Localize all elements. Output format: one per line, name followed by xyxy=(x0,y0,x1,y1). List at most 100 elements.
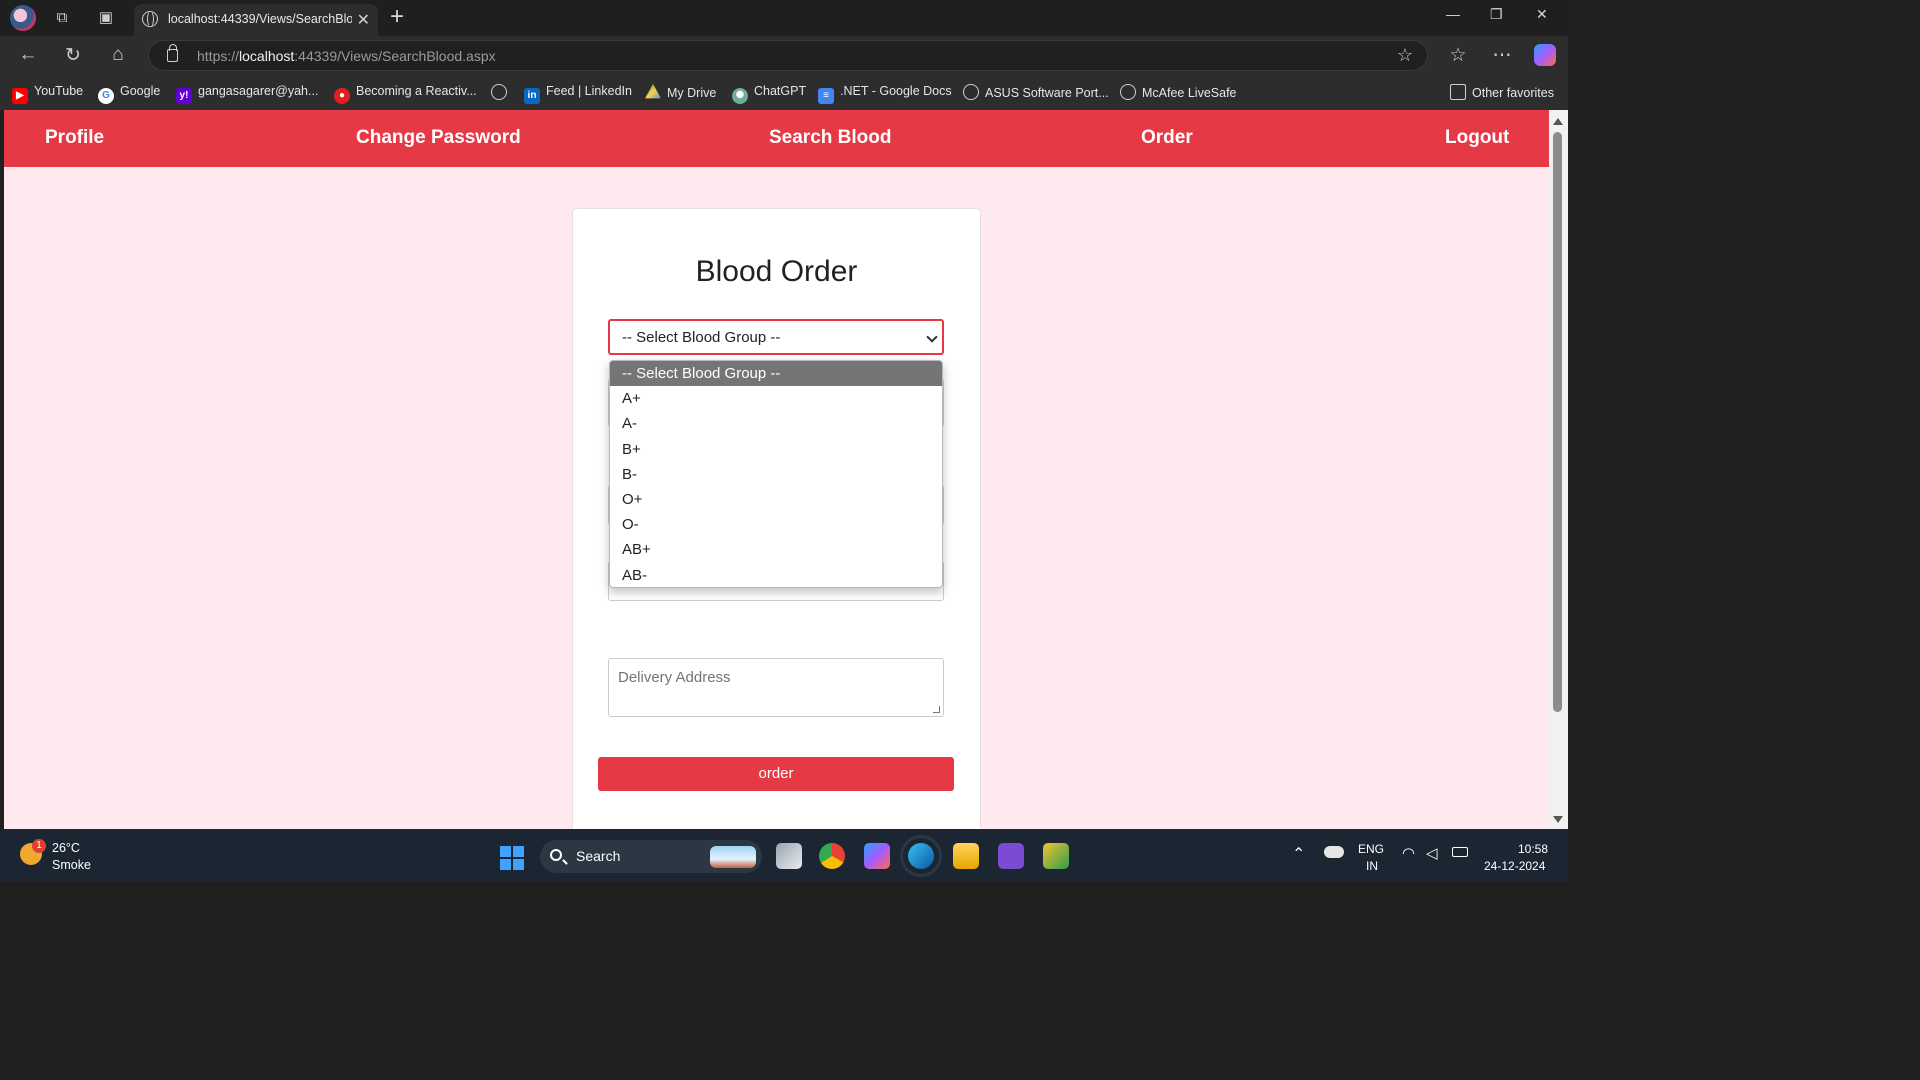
nav-profile[interactable]: Profile xyxy=(45,127,104,149)
browser-tab-bar: ⧉ ▣ localhost:44339/Views/SearchBlood.as… xyxy=(0,0,1568,36)
page-title: Blood Order xyxy=(695,255,858,288)
delivery-address-field[interactable]: Delivery Address xyxy=(608,658,944,717)
vertical-tabs-icon[interactable]: ▣ xyxy=(96,8,116,28)
chrome-icon[interactable] xyxy=(819,843,845,869)
battery-icon[interactable] xyxy=(1452,847,1468,857)
favorites-icon[interactable]: ☆ xyxy=(1446,44,1470,67)
scroll-down-icon[interactable] xyxy=(1553,816,1563,823)
search-highlight-image xyxy=(710,846,756,868)
file-explorer-icon[interactable] xyxy=(953,843,979,869)
language-bottom[interactable]: IN xyxy=(1366,859,1378,873)
dropdown-option[interactable]: A- xyxy=(610,411,942,436)
linkedin-icon: in xyxy=(524,88,540,104)
close-tab-icon[interactable]: ✕ xyxy=(357,10,370,30)
dropdown-option[interactable]: A+ xyxy=(610,386,942,411)
lock-icon[interactable] xyxy=(167,44,178,62)
restore-icon[interactable]: ❐ xyxy=(1490,6,1503,23)
blood-group-select[interactable]: -- Select Blood Group -- xyxy=(608,319,944,355)
tab-title: localhost:44339/Views/SearchBlood.aspx xyxy=(168,12,352,26)
bookmark-chatgpt[interactable]: ✺ ChatGPT xyxy=(732,84,806,104)
url-input[interactable]: https://localhost:44339/Views/SearchBloo… xyxy=(148,40,1428,71)
nav-order[interactable]: Order xyxy=(1141,127,1193,149)
nav-search-blood[interactable]: Search Blood xyxy=(769,127,891,149)
show-hidden-icons[interactable]: ⌃ xyxy=(1292,844,1305,864)
dropdown-option[interactable]: O- xyxy=(610,512,942,537)
snipping-tool-icon[interactable] xyxy=(1043,843,1069,869)
close-window-icon[interactable]: ✕ xyxy=(1536,6,1548,23)
bookmark-asus[interactable]: ASUS Software Port... xyxy=(963,84,1109,100)
bookmark-docs[interactable]: ≡ .NET - Google Docs xyxy=(818,84,952,104)
language-top[interactable]: ENG xyxy=(1358,842,1384,856)
youtube-icon: ▶ xyxy=(12,88,28,104)
search-icon xyxy=(550,849,562,861)
dropdown-option[interactable]: AB+ xyxy=(610,537,942,562)
drive-icon xyxy=(645,84,661,99)
bookmark-linkedin[interactable]: in Feed | LinkedIn xyxy=(524,84,632,104)
clock-time[interactable]: 10:58 xyxy=(1518,842,1548,856)
scroll-thumb[interactable] xyxy=(1553,132,1562,712)
copilot-icon[interactable] xyxy=(1534,44,1556,66)
bookmark-drive[interactable]: My Drive xyxy=(645,84,716,100)
clock-date[interactable]: 24-12-2024 xyxy=(1484,859,1545,873)
top-navbar: Profile Change Password Search Blood Ord… xyxy=(4,110,1549,167)
onedrive-icon[interactable] xyxy=(1324,846,1344,858)
page-scrollbar[interactable] xyxy=(1549,110,1568,829)
active-tab[interactable]: localhost:44339/Views/SearchBlood.aspx ✕ xyxy=(134,4,378,36)
minimize-icon[interactable]: — xyxy=(1446,6,1460,22)
google-icon: G xyxy=(98,88,114,104)
bookmark-yahoo[interactable]: y! gangasagarer@yah... xyxy=(176,84,318,104)
dropdown-option[interactable]: B- xyxy=(610,462,942,487)
dropdown-option[interactable]: -- Select Blood Group -- xyxy=(610,361,942,387)
nav-logout[interactable]: Logout xyxy=(1445,127,1509,149)
bookmark-google[interactable]: G Google xyxy=(98,84,160,104)
notification-badge: 1 xyxy=(32,839,46,853)
more-options-icon[interactable]: ⋯ xyxy=(1490,44,1514,67)
dropdown-option[interactable]: B+ xyxy=(610,437,942,462)
edge-icon[interactable] xyxy=(900,835,942,877)
blood-group-dropdown[interactable]: -- Select Blood Group -- A+ A- B+ B- O+ … xyxy=(609,360,943,588)
chevron-down-icon xyxy=(926,331,938,343)
bookmark-unnamed[interactable] xyxy=(491,84,513,100)
nav-change-password[interactable]: Change Password xyxy=(356,127,521,149)
resize-handle[interactable] xyxy=(933,706,940,713)
select-value: -- Select Blood Group -- xyxy=(622,329,781,346)
yahoo-icon: y! xyxy=(176,88,192,104)
temperature[interactable]: 26°C xyxy=(52,841,80,855)
bookmark-reactive[interactable]: ● Becoming a Reactiv... xyxy=(334,84,477,104)
globe-icon xyxy=(963,84,979,100)
task-view-icon[interactable] xyxy=(776,843,802,869)
chatgpt-icon: ✺ xyxy=(732,88,748,104)
workspaces-icon[interactable]: ⧉ xyxy=(52,8,72,28)
volume-icon[interactable]: ◁ xyxy=(1426,844,1438,862)
bookmark-youtube[interactable]: ▶ YouTube xyxy=(12,84,83,104)
globe-icon xyxy=(491,84,507,100)
copilot-app-icon[interactable] xyxy=(864,843,890,869)
url-text: https://localhost:44339/Views/SearchBloo… xyxy=(197,48,496,64)
home-icon[interactable]: ⌂ xyxy=(106,44,130,66)
delivery-address-placeholder: Delivery Address xyxy=(618,669,731,686)
address-bar-row: ← ↻ ⌂ https://localhost:44339/Views/Sear… xyxy=(0,36,1568,74)
docs-icon: ≡ xyxy=(818,88,834,104)
refresh-icon[interactable]: ↻ xyxy=(61,44,85,67)
favorite-star-icon[interactable]: ☆ xyxy=(1397,45,1413,66)
profile-avatar[interactable] xyxy=(10,5,36,31)
weather-condition[interactable]: Smoke xyxy=(52,858,91,872)
new-tab-button[interactable]: + xyxy=(390,3,404,31)
taskbar-search[interactable]: Search xyxy=(540,840,762,873)
bookmarks-bar: ▶ YouTube G Google y! gangasagarer@yah... ●… xyxy=(0,74,1568,110)
windows-start-icon[interactable] xyxy=(500,846,524,870)
record-icon: ● xyxy=(334,88,350,104)
bookmark-mcafee[interactable]: McAfee LiveSafe xyxy=(1120,84,1237,100)
wifi-icon[interactable]: ◠ xyxy=(1402,844,1415,862)
scroll-up-icon[interactable] xyxy=(1553,118,1563,125)
order-button[interactable]: order xyxy=(598,757,954,791)
dropdown-option[interactable]: AB- xyxy=(610,563,942,588)
other-favorites[interactable]: Other favorites xyxy=(1450,84,1554,100)
globe-icon xyxy=(142,11,158,27)
back-icon[interactable]: ← xyxy=(16,44,40,66)
folder-icon xyxy=(1450,84,1466,100)
dropdown-option[interactable]: O+ xyxy=(610,487,942,512)
visual-studio-icon[interactable] xyxy=(998,843,1024,869)
search-label: Search xyxy=(576,848,621,864)
globe-icon xyxy=(1120,84,1136,100)
